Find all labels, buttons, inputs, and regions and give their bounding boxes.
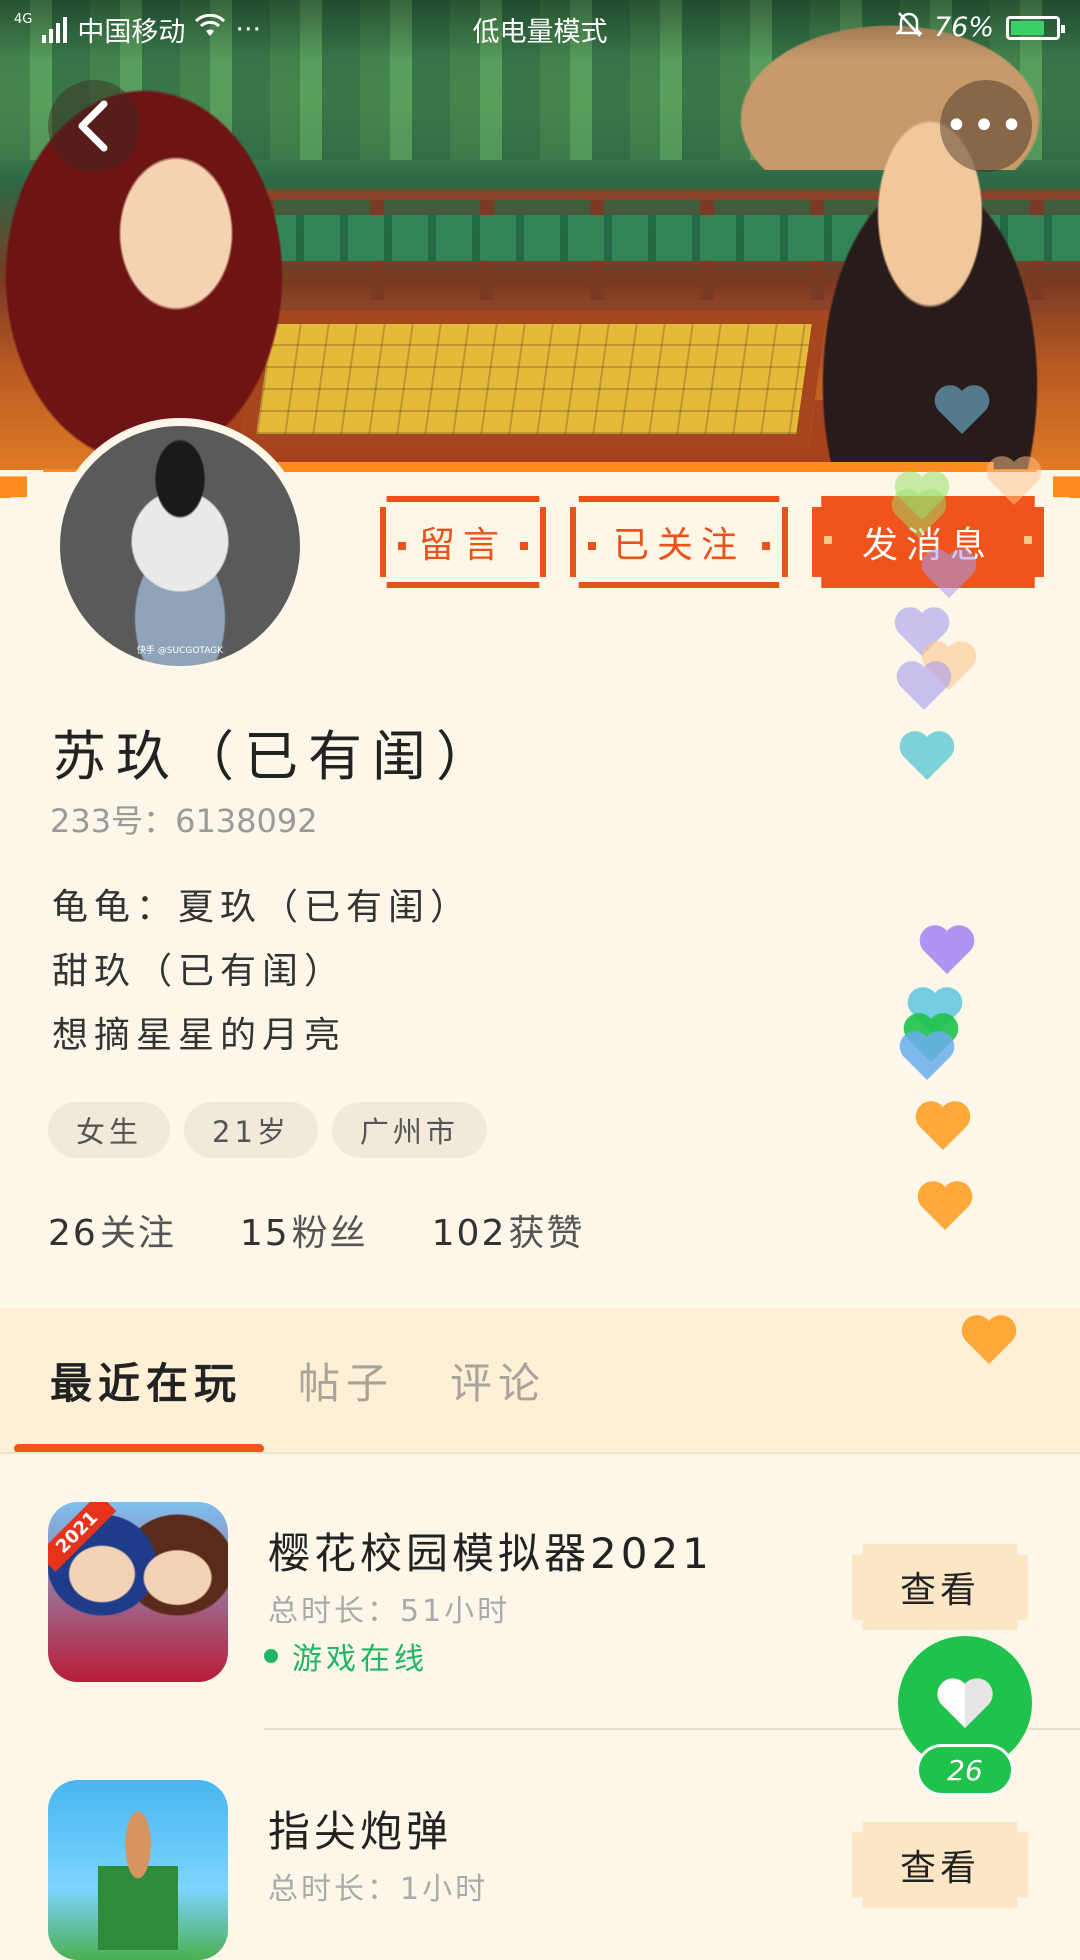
floating-heart-icon xyxy=(960,1314,1018,1366)
floating-heart-icon xyxy=(918,924,976,976)
following-stat[interactable]: 26关注 xyxy=(48,1204,176,1256)
floating-heart-icon xyxy=(914,1100,972,1152)
floating-heart-icon xyxy=(890,488,948,540)
bio-line: 想摘星星的月亮 xyxy=(52,1015,347,1056)
game-icon[interactable] xyxy=(48,1780,228,1960)
likes-label: 获赞 xyxy=(508,1213,585,1254)
game-duration: 总时长：1小时 xyxy=(268,1872,489,1907)
leave-message-label: 留言 xyxy=(418,525,507,566)
tab-posts[interactable]: 帖子 xyxy=(298,1350,394,1411)
button-deco-right xyxy=(520,542,528,550)
age-tag: 21岁 xyxy=(184,1102,318,1158)
status-bar: 4G 中国移动 ··· 低电量模式 76% xyxy=(0,0,1080,52)
view-button[interactable]: 查看 xyxy=(852,1544,1028,1630)
floating-heart-icon xyxy=(895,660,953,712)
followers-stat[interactable]: 15粉丝 xyxy=(240,1204,368,1256)
button-deco-left xyxy=(588,542,596,550)
profile-tags: 女生 21岁 广州市 xyxy=(48,1102,487,1158)
avatar[interactable]: 快手 @SUCGOTAGK xyxy=(52,418,308,674)
chevron-left-icon xyxy=(78,100,108,152)
floating-heart-icon xyxy=(933,384,991,436)
battery-fill xyxy=(1011,20,1044,35)
banner-character-girl xyxy=(0,40,320,470)
button-deco-right xyxy=(762,542,770,550)
view-button[interactable]: 查看 xyxy=(852,1822,1028,1908)
game-title: 樱花校园模拟器2021 xyxy=(268,1529,713,1578)
button-deco-left xyxy=(824,536,832,544)
nickname: 苏玖（已有闺） xyxy=(52,725,500,788)
gender-tag: 女生 xyxy=(48,1102,171,1158)
followed-label: 已关注 xyxy=(612,525,745,566)
heart-icon xyxy=(937,1678,993,1728)
alarm-off-icon xyxy=(894,10,924,45)
floating-heart-icon xyxy=(985,455,1043,507)
avatar-watermark: 快手 @SUCGOTAGK xyxy=(136,646,224,656)
back-button[interactable] xyxy=(48,80,140,172)
button-deco-right xyxy=(1024,536,1032,544)
online-label: 游戏在线 xyxy=(292,1642,428,1677)
battery-icon xyxy=(1006,15,1065,40)
floating-heart-icon xyxy=(916,1180,974,1232)
floating-heart-icon xyxy=(920,548,978,600)
game-title: 指尖炮弹 xyxy=(268,1807,453,1856)
user-id: 233号：6138092 xyxy=(50,802,318,840)
banner-go-board xyxy=(240,310,828,448)
game-icon[interactable]: 2021 xyxy=(48,1502,228,1682)
game-character xyxy=(98,1810,178,1950)
following-count: 26 xyxy=(48,1213,98,1254)
year-badge: 2021 xyxy=(48,1502,117,1572)
online-dot-icon xyxy=(264,1649,278,1663)
game-duration: 总时长：51小时 xyxy=(268,1594,511,1629)
like-count: 26 xyxy=(916,1744,1014,1796)
tab-recently-played[interactable]: 最近在玩 xyxy=(50,1350,242,1411)
city-tag: 广州市 xyxy=(331,1102,487,1158)
more-button[interactable]: ••• xyxy=(940,80,1032,172)
floating-heart-icon xyxy=(898,730,956,782)
profile-stats: 26关注 15粉丝 102获赞 xyxy=(48,1204,584,1256)
tabs-divider xyxy=(0,1452,1080,1454)
followers-count: 15 xyxy=(239,1213,290,1254)
tab-comments[interactable]: 评论 xyxy=(450,1350,546,1411)
more-dots-icon: ••• xyxy=(944,103,1028,149)
banner-character-man xyxy=(780,100,1080,470)
button-deco-left xyxy=(398,542,406,550)
profile-banner xyxy=(0,0,1080,470)
leave-message-button[interactable]: 留言 xyxy=(380,496,546,588)
bio-line: 龟龟：夏玖（已有闺） xyxy=(52,887,473,928)
floating-heart-icon xyxy=(898,1030,956,1082)
following-label: 关注 xyxy=(99,1213,176,1254)
followers-label: 粉丝 xyxy=(291,1213,368,1254)
bio-line: 甜玖（已有闺） xyxy=(52,951,347,992)
bio: 龟龟：夏玖（已有闺） 甜玖（已有闺） 想摘星星的月亮 xyxy=(52,876,472,1068)
likes-count: 102 xyxy=(431,1213,507,1254)
game-online-status: 游戏在线 xyxy=(264,1634,428,1678)
likes-stat[interactable]: 102获赞 xyxy=(432,1204,585,1256)
battery-percent: 76% xyxy=(933,12,994,43)
followed-button[interactable]: 已关注 xyxy=(570,496,788,588)
